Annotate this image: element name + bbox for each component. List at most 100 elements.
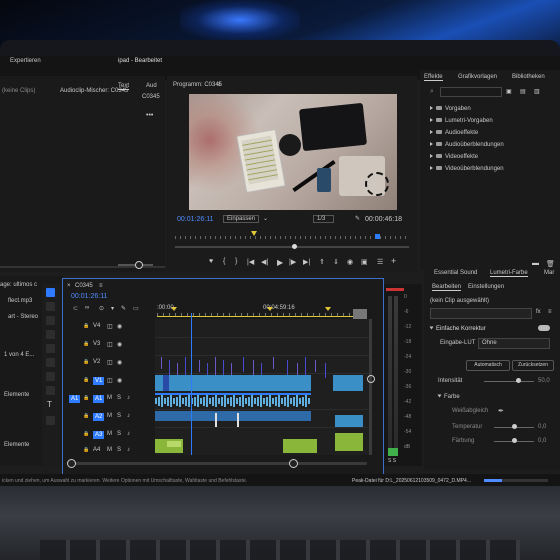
monitor-ruler[interactable] <box>175 236 409 239</box>
extra-tool-icon[interactable] <box>46 416 55 425</box>
marker-icon[interactable] <box>251 231 257 236</box>
effects-item[interactable]: Vorgaben <box>430 106 471 112</box>
voiceover-icon[interactable]: ♪ <box>127 395 130 401</box>
auto-button[interactable]: Automatisch <box>466 360 510 371</box>
fx-toggle[interactable]: fx <box>536 309 541 315</box>
audio-waveform-bar[interactable] <box>302 396 304 406</box>
track-label-a3[interactable]: A3 <box>93 431 105 439</box>
extract-icon[interactable]: ⇓ <box>333 258 339 266</box>
solo-button[interactable]: S <box>117 395 121 401</box>
audio-waveform-bar[interactable] <box>194 396 196 406</box>
workspace-tab-export[interactable]: Expertieren <box>10 58 41 64</box>
audio-waveform-bar[interactable] <box>185 396 187 406</box>
track-lock-icon[interactable]: 🔒 <box>83 431 89 437</box>
marker-add-icon[interactable]: ▾ <box>111 305 114 312</box>
project-item[interactable]: age: ultimos c <box>0 282 37 288</box>
text-tab[interactable]: Text <box>118 83 130 90</box>
sync-lock-icon[interactable]: ◫ <box>107 341 113 348</box>
audio-waveform-bar[interactable] <box>278 395 280 407</box>
video-clip-v1-head[interactable] <box>163 375 169 391</box>
slip-tool-icon[interactable] <box>46 344 55 353</box>
solo-button[interactable]: S <box>117 431 121 437</box>
audio-waveform-bar[interactable] <box>161 395 163 407</box>
audio-clip-blue[interactable] <box>335 415 363 427</box>
sequence-marker-icon[interactable] <box>171 307 177 311</box>
audio-clip-a1-top[interactable] <box>155 393 311 395</box>
tint-value[interactable]: 0,0 <box>538 438 546 444</box>
captions-icon[interactable]: ▭ <box>133 305 139 312</box>
track-label-a4[interactable]: A4 <box>93 447 100 453</box>
in-point-icon[interactable]: { <box>223 258 225 265</box>
track-label-v1[interactable]: V1 <box>93 377 105 385</box>
audio-waveform-bar[interactable] <box>248 396 250 406</box>
intensity-knob[interactable] <box>516 378 521 383</box>
audio-clip-marker[interactable] <box>237 413 239 427</box>
eye-icon[interactable]: ◉ <box>117 359 122 366</box>
audio-waveform-bar[interactable] <box>215 395 217 407</box>
rectangle-tool-icon[interactable] <box>46 372 55 381</box>
solo-icon[interactable]: S S <box>388 458 396 464</box>
export-frame-icon[interactable]: ◉ <box>347 258 353 266</box>
sequence-marker-icon[interactable] <box>325 307 331 311</box>
tab-essential-sound[interactable]: Essential Sound <box>434 270 477 276</box>
fit-select[interactable]: Einpassen <box>223 215 260 223</box>
track-label-v2[interactable]: V2 <box>93 359 100 365</box>
effects-item[interactable]: Audioüberblendungen <box>430 142 504 148</box>
sequence-close-icon[interactable]: × <box>67 283 71 289</box>
audio-waveform-bar[interactable] <box>287 395 289 407</box>
project-item[interactable]: Elemente <box>4 392 29 398</box>
video-clip-marker[interactable] <box>215 357 216 375</box>
section-menu-icon[interactable]: ≡ <box>548 309 552 315</box>
audio-clip-marker[interactable] <box>215 413 217 427</box>
project-item[interactable]: 1 von 4 E... <box>4 352 34 358</box>
vertical-scrollbar[interactable] <box>369 319 372 455</box>
search-icon[interactable]: ⌕ <box>430 88 434 96</box>
resolution-select[interactable]: 1/3 <box>313 215 335 223</box>
track-label-a1[interactable]: A1 <box>93 395 105 403</box>
audio-waveform-bar[interactable] <box>209 398 211 404</box>
audio-waveform-bar[interactable] <box>284 396 286 406</box>
audio-waveform-bar[interactable] <box>188 395 190 407</box>
eye-icon[interactable]: ◉ <box>117 377 122 384</box>
audio-waveform-bar[interactable] <box>272 398 274 404</box>
audio-waveform-bar[interactable] <box>236 398 238 404</box>
delete-icon[interactable]: 🗑 <box>546 260 555 268</box>
audio-waveform-bar[interactable] <box>182 398 184 404</box>
vertical-scroll-knob[interactable] <box>367 375 375 383</box>
voiceover-icon[interactable]: ♪ <box>127 413 130 419</box>
video-clip-marker[interactable] <box>161 357 162 369</box>
playhead-icon[interactable] <box>375 234 380 239</box>
more-icon[interactable]: ••• <box>146 112 153 119</box>
32bit-icon[interactable]: ▤ <box>520 88 526 95</box>
audio-clip-a2[interactable] <box>155 411 311 421</box>
audio-waveform-bar[interactable] <box>164 398 166 404</box>
reset-button[interactable]: Zurücksetzen <box>512 360 554 371</box>
button-editor-icon[interactable]: ☰ <box>377 258 383 266</box>
ripple-tool-icon[interactable] <box>46 316 55 325</box>
audio-waveform-bar[interactable] <box>257 396 259 406</box>
tab-effects[interactable]: Effekte <box>424 74 443 81</box>
clip-select[interactable] <box>430 308 532 319</box>
audio-waveform-bar[interactable] <box>203 396 205 406</box>
audio-waveform-bar[interactable] <box>266 396 268 406</box>
audio-clip-green[interactable] <box>335 433 363 451</box>
track-lock-icon[interactable]: 🔒 <box>83 323 89 329</box>
track-lock-icon[interactable]: 🔒 <box>83 395 89 401</box>
track-label-v3[interactable]: V3 <box>93 341 100 347</box>
razor-tool-icon[interactable] <box>46 330 55 339</box>
new-folder-icon[interactable]: ▬ <box>532 260 539 267</box>
section-color[interactable]: Farbe <box>437 394 460 400</box>
video-clip-marker[interactable] <box>231 363 232 375</box>
track-label-a2[interactable]: A2 <box>93 413 105 421</box>
horizontal-scrollbar[interactable] <box>67 462 367 465</box>
audio-waveform-bar[interactable] <box>212 396 214 406</box>
audio-waveform-bar[interactable] <box>221 396 223 406</box>
go-to-in-icon[interactable]: |◀ <box>247 258 254 266</box>
audio-waveform-bar[interactable] <box>308 398 310 404</box>
search-input[interactable] <box>440 87 502 97</box>
compare-icon[interactable]: ▣ <box>361 258 368 266</box>
track-area[interactable] <box>155 313 369 455</box>
timeline-timecode[interactable]: 00:01:26:11 <box>71 293 107 300</box>
menu-icon[interactable]: ≡ <box>99 283 103 289</box>
audio-waveform-bar[interactable] <box>245 398 247 404</box>
